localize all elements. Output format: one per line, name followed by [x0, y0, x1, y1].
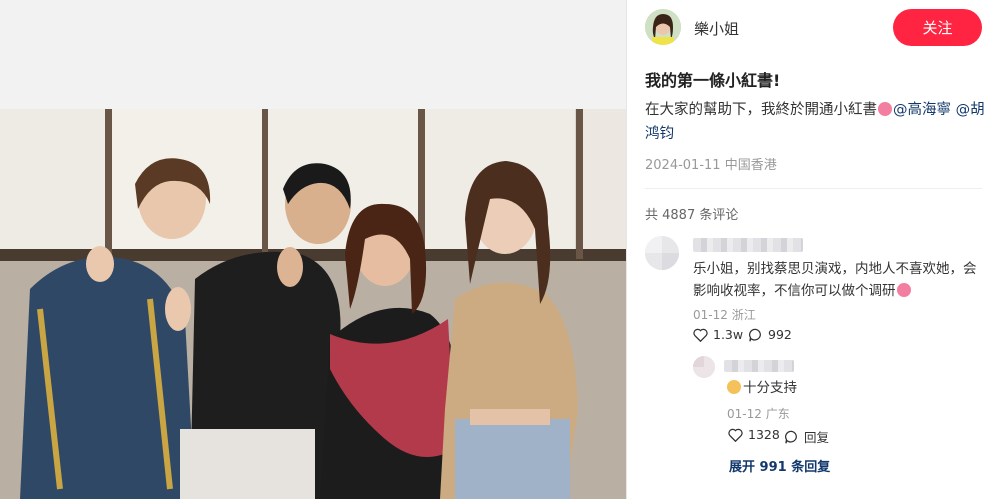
comment-text: 乐小姐，别找蔡思贝演戏，内地人不喜欢她，会影响收视率，不信你可以做个调研	[693, 258, 983, 302]
reply-button[interactable]: 回复	[784, 427, 829, 446]
commenter-avatar-image	[645, 236, 679, 270]
comment-date: 01-12	[693, 308, 728, 322]
reply-date: 01-12	[727, 407, 762, 421]
commenter-name-blurred[interactable]	[693, 238, 803, 252]
reply-meta: 01-12 广东	[727, 405, 790, 422]
post-desc-text: 在大家的幫助下，我終於開通小紅書	[645, 102, 877, 118]
reply-label: 回复	[804, 430, 830, 445]
comment-region: 浙江	[731, 308, 756, 322]
post-title: 我的第一條小紅書!	[645, 71, 781, 90]
group-photo-illustration	[0, 109, 626, 499]
pig-emoji-icon	[878, 102, 892, 116]
reply-body: 十分支持	[743, 380, 797, 396]
pig-emoji-icon	[896, 283, 911, 297]
replier-avatar-image	[693, 356, 715, 378]
details-panel: 樂小姐 关注 我的第一條小紅書! 在大家的幫助下，我終於開通小紅書 @高海寧 @胡…	[627, 0, 1000, 499]
follow-button[interactable]: 关注	[893, 9, 982, 46]
like-button[interactable]: 1.3w	[693, 327, 743, 342]
heart-icon	[693, 328, 708, 342]
reply-region: 广东	[765, 407, 790, 421]
comment-bubble-icon	[785, 430, 797, 444]
comment-body: 乐小姐，别找蔡思贝演戏，内地人不喜欢她，会影响收视率，不信你可以做个调研	[693, 261, 977, 299]
author-name[interactable]: 樂小姐	[694, 18, 739, 39]
reply-like-count: 1328	[748, 427, 780, 442]
replier-avatar[interactable]	[693, 356, 715, 378]
author-avatar[interactable]	[645, 9, 681, 45]
comment-meta: 01-12 浙江	[693, 306, 756, 323]
expand-replies-link[interactable]: 展开 991 条回复	[729, 456, 830, 475]
post-location: 中国香港	[724, 158, 777, 173]
emoji-icon	[727, 380, 741, 394]
heart-icon	[728, 428, 743, 442]
post-meta: 2024-01-11 中国香港	[645, 154, 777, 173]
reply-text: 十分支持	[727, 377, 797, 399]
reply-count: 992	[768, 327, 792, 342]
section-divider	[645, 188, 982, 189]
reply-like-button[interactable]: 1328	[728, 427, 780, 442]
commenter-avatar[interactable]	[645, 236, 679, 270]
media-panel	[0, 0, 626, 499]
comment-bubble-icon	[749, 328, 761, 342]
author-avatar-image	[645, 9, 681, 45]
comment-count: 共 4887 条评论	[645, 208, 739, 223]
mention-link[interactable]: @高海寧	[893, 102, 951, 118]
post-photo[interactable]	[0, 109, 626, 499]
post-description: 在大家的幫助下，我終於開通小紅書 @高海寧 @胡鸿钧	[645, 98, 990, 146]
like-count: 1.3w	[713, 327, 744, 342]
replier-name-blurred[interactable]	[724, 360, 794, 372]
post-date: 2024-01-11	[645, 158, 721, 173]
reply-count-button[interactable]: 992	[748, 327, 792, 342]
